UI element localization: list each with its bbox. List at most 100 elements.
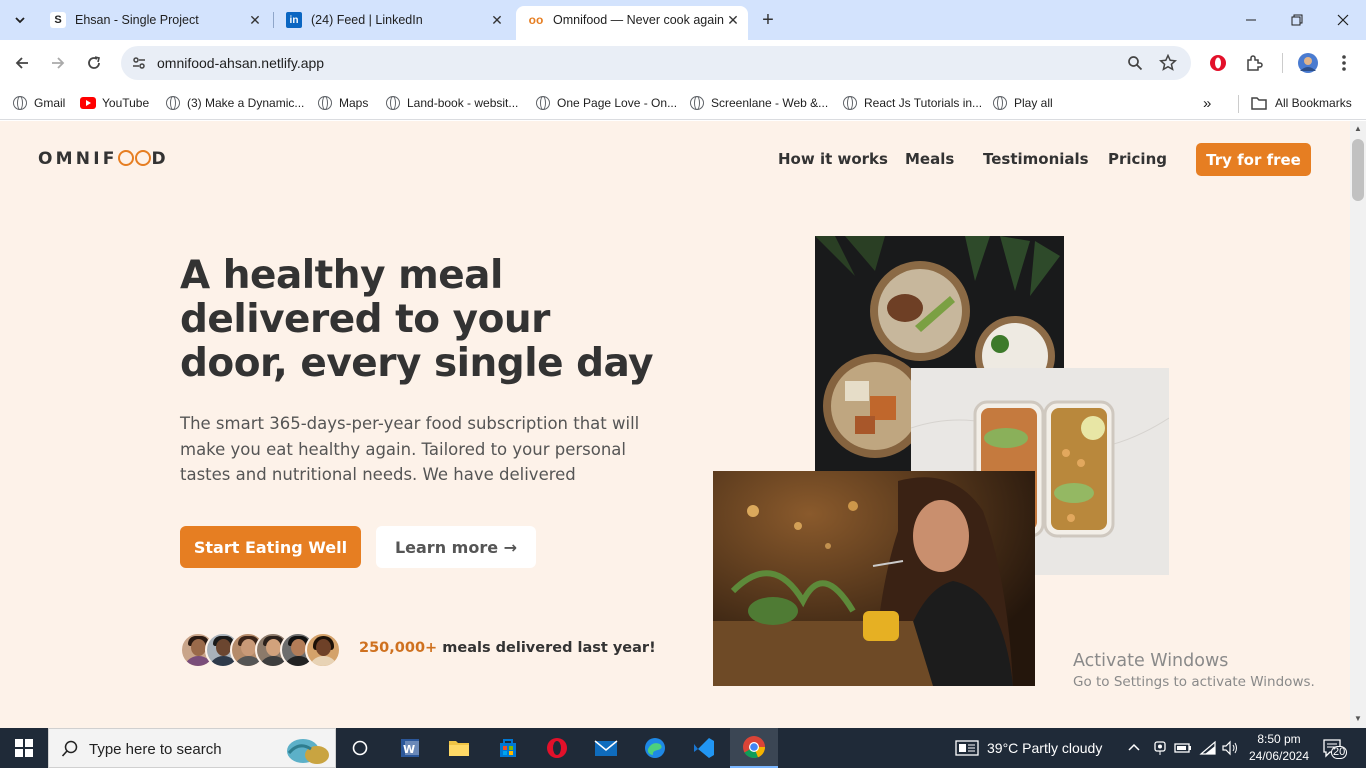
delivered-label: meals delivered last year!: [442, 640, 656, 656]
nav-testimonials[interactable]: Testimonials: [983, 150, 1089, 168]
site-info-icon[interactable]: [129, 53, 149, 73]
network-tray-icon[interactable]: [1199, 740, 1217, 761]
bookmark-gmail[interactable]: Gmail: [12, 92, 65, 114]
word-app-button[interactable]: W: [386, 728, 434, 768]
delivered-count: 250,000+: [359, 640, 438, 656]
battery-tray-icon[interactable]: [1174, 740, 1192, 761]
restore-button[interactable]: [1274, 0, 1320, 40]
bookmark-land-book[interactable]: Land-book - websit...: [385, 92, 518, 114]
try-for-free-button[interactable]: Try for free: [1196, 143, 1311, 176]
chrome-app-button[interactable]: [730, 728, 778, 768]
edge-app-button[interactable]: [631, 728, 679, 768]
linkedin-icon: in: [286, 12, 302, 28]
task-view-icon: [352, 740, 368, 756]
reload-icon: [88, 56, 100, 69]
arrow-left-icon: [15, 57, 28, 69]
folder-icon: [1251, 97, 1267, 110]
opera-app-button[interactable]: [533, 728, 581, 768]
restore-icon: [1291, 14, 1303, 26]
globe-icon: [386, 96, 400, 110]
bookmark-screenlane[interactable]: Screenlane - Web &...: [689, 92, 828, 114]
mail-app-button[interactable]: [582, 728, 630, 768]
hero-description: The smart 365-days-per-year food subscri…: [180, 414, 640, 484]
nav-pricing[interactable]: Pricing: [1108, 150, 1167, 168]
globe-icon: [536, 96, 550, 110]
omnifood-logo[interactable]: OMNIF D: [38, 149, 169, 169]
tab-title: (24) Feed | LinkedIn: [311, 13, 423, 27]
tab-search-button[interactable]: [8, 8, 32, 32]
bookmark-label: React Js Tutorials in...: [864, 96, 983, 110]
minimize-button[interactable]: [1228, 0, 1274, 40]
bookmark-youtube[interactable]: YouTube: [80, 92, 149, 114]
avatar-icon: [1298, 53, 1318, 73]
task-view-button[interactable]: [336, 728, 384, 768]
tab-omnifood[interactable]: oo Omnifood — Never cook again ✕: [516, 6, 748, 40]
profile-button[interactable]: [1296, 51, 1320, 75]
all-bookmarks-button[interactable]: All Bookmarks: [1251, 92, 1352, 114]
watermark-title: Activate Windows: [1073, 651, 1229, 671]
microsoft-store-button[interactable]: [484, 728, 532, 768]
reload-button[interactable]: [80, 49, 108, 77]
vscode-app-button[interactable]: [680, 728, 728, 768]
weather-icon[interactable]: [955, 740, 979, 761]
bookmark-react-tutorials[interactable]: React Js Tutorials in...: [842, 92, 982, 114]
bookmark-maps[interactable]: Maps: [317, 92, 368, 114]
weather-text[interactable]: 39°C Partly cloudy: [987, 740, 1102, 756]
bookmark-play-all[interactable]: Play all: [992, 92, 1053, 114]
more-bookmarks-button[interactable]: »: [1203, 92, 1211, 114]
close-window-button[interactable]: [1320, 0, 1366, 40]
close-tab-icon[interactable]: ✕: [724, 11, 742, 29]
nav-how-it-works[interactable]: How it works: [778, 150, 888, 168]
bookmark-one-page-love[interactable]: One Page Love - On...: [535, 92, 677, 114]
zoom-icon[interactable]: [1125, 53, 1145, 73]
scroll-down-arrow-icon[interactable]: ▼: [1354, 714, 1362, 723]
close-tab-icon[interactable]: ✕: [488, 11, 506, 29]
start-eating-well-button[interactable]: Start Eating Well: [180, 526, 361, 568]
close-tab-icon[interactable]: ✕: [246, 11, 264, 29]
minimize-icon: [1246, 19, 1256, 21]
bookmark-label: YouTube: [102, 96, 150, 110]
back-button[interactable]: [8, 49, 36, 77]
search-placeholder: Type here to search: [89, 741, 222, 758]
opera-extension-button[interactable]: [1206, 51, 1230, 75]
show-hidden-icons-button[interactable]: [1127, 740, 1141, 759]
file-explorer-button[interactable]: [435, 728, 483, 768]
bookmark-label: Screenlane - Web &...: [711, 96, 829, 110]
chrome-menu-button[interactable]: [1332, 51, 1356, 75]
forward-button[interactable]: [44, 49, 72, 77]
clock-time: 8:50 pm: [1257, 732, 1301, 746]
hero-title: A healthy meal delivered to your door, e…: [180, 253, 654, 386]
new-tab-button[interactable]: +: [756, 8, 780, 32]
tab-ehsan-single-project[interactable]: S Ehsan - Single Project ✕: [38, 6, 270, 34]
address-bar[interactable]: omnifood-ahsan.netlify.app: [121, 46, 1191, 80]
chevron-up-icon: [1128, 743, 1140, 751]
page-viewport: OMNIF D How it works Meals Testimonials P…: [0, 121, 1350, 728]
svg-text:W: W: [403, 743, 415, 756]
globe-icon: [993, 96, 1007, 110]
browser-toolbar: omnifood-ahsan.netlify.app: [0, 40, 1366, 86]
bookmark-label: (3) Make a Dynamic...: [187, 96, 305, 110]
scrollbar-thumb[interactable]: [1352, 139, 1364, 201]
volume-tray-icon[interactable]: [1221, 740, 1239, 761]
nav-meals[interactable]: Meals: [905, 150, 954, 168]
system-clock[interactable]: 8:50 pm 24/06/2024: [1240, 731, 1318, 765]
page-scrollbar[interactable]: ▲ ▼: [1350, 121, 1366, 728]
avatar: [305, 632, 341, 668]
search-icon: [61, 740, 78, 757]
notification-center-button[interactable]: 20: [1322, 738, 1348, 759]
globe-icon: [318, 96, 332, 110]
globe-icon: [166, 96, 180, 110]
arrow-right-icon: [52, 57, 65, 69]
scroll-up-arrow-icon[interactable]: ▲: [1354, 124, 1362, 133]
opera-icon: [547, 738, 567, 758]
learn-more-button[interactable]: Learn more →: [376, 526, 536, 568]
bookmark-make-dynamic[interactable]: (3) Make a Dynamic...: [165, 92, 304, 114]
tab-linkedin-feed[interactable]: in (24) Feed | LinkedIn ✕: [274, 6, 512, 34]
camera-tray-icon[interactable]: [1152, 740, 1168, 761]
windows-logo-icon: [15, 739, 33, 757]
windows-taskbar: Type here to search W 39°C Partly cloudy: [0, 728, 1366, 768]
start-button[interactable]: [0, 728, 48, 768]
taskbar-search-box[interactable]: Type here to search: [48, 728, 336, 768]
extensions-button[interactable]: [1242, 51, 1266, 75]
bookmark-star-button[interactable]: [1158, 53, 1178, 73]
